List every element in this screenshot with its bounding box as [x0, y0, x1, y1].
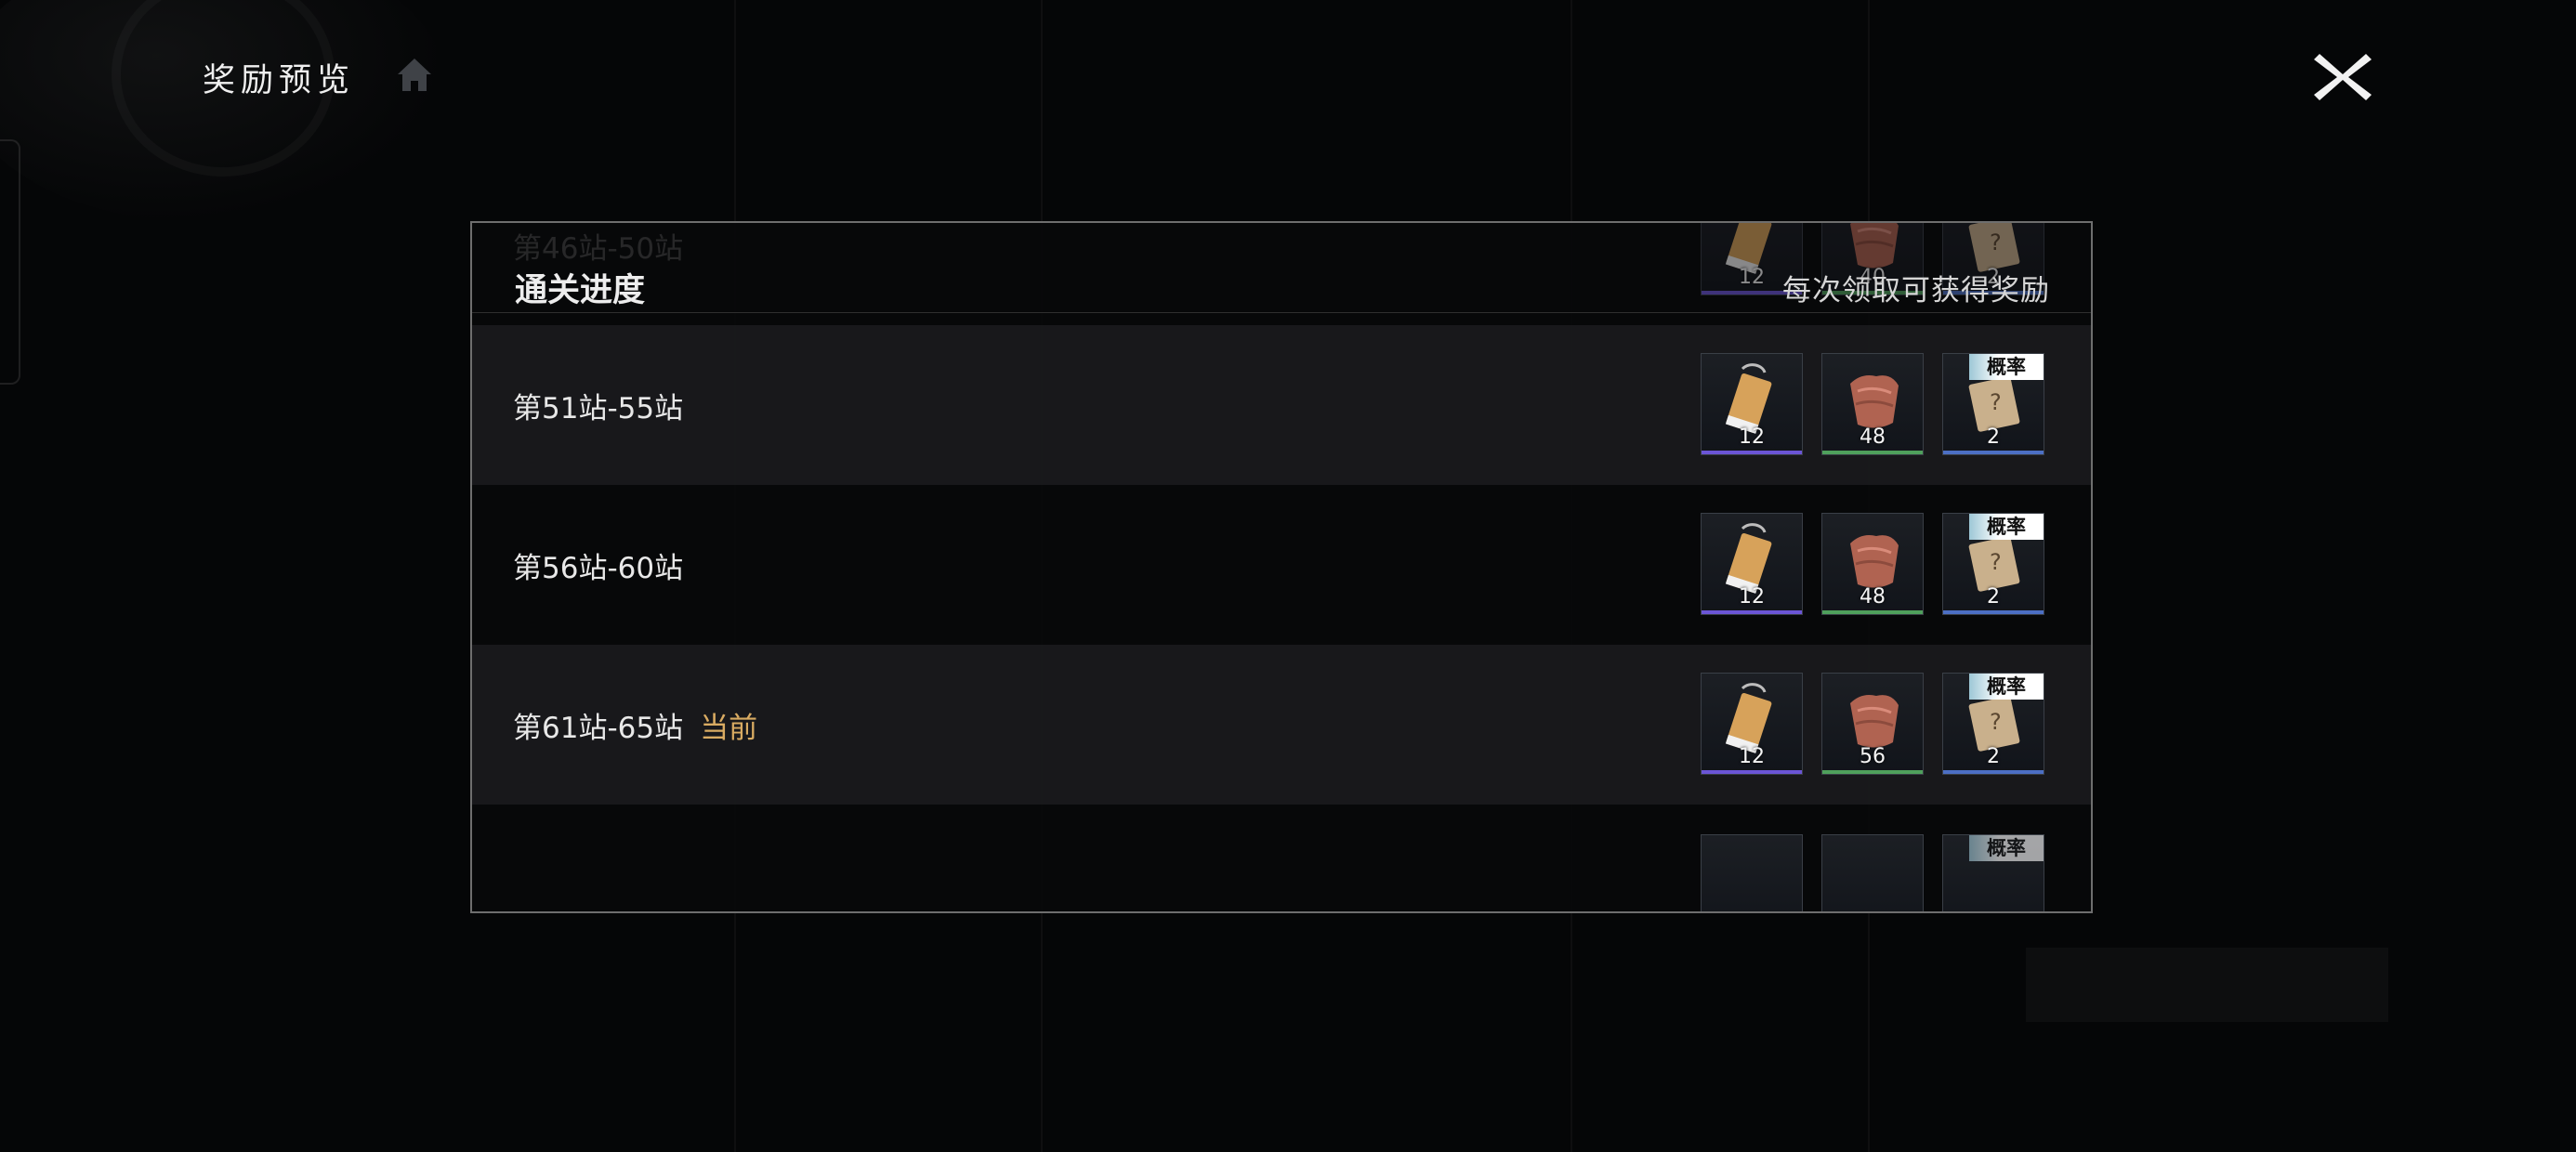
stage-range-label: 第56站-60站 [513, 544, 683, 586]
reward-item[interactable]: 48 [1821, 513, 1924, 615]
stage-range-label: 第61站-65站 当前 [513, 704, 757, 746]
page-title: 奖励预览 [203, 62, 356, 99]
item-count: 12 [1739, 585, 1765, 609]
item-count: 48 [1860, 585, 1886, 609]
dialog-subtitle: 每次领取可获得奖励 [1782, 274, 2050, 308]
reward-item[interactable] [1701, 834, 1803, 911]
svg-text:?: ? [1990, 549, 2002, 575]
reward-item[interactable]: 48 [1821, 353, 1924, 455]
reward-item[interactable]: 12 [1701, 673, 1803, 775]
reward-list[interactable]: 第46站-50站 12 40 ? 2 第51站-55站 12 48 ? 概率 2… [472, 223, 2091, 911]
probability-badge: 概率 [1969, 514, 2044, 540]
reward-preview-dialog: 第46站-50站 12 40 ? 2 第51站-55站 12 48 ? 概率 2… [470, 221, 2093, 913]
reward-item[interactable]: 12 [1701, 513, 1803, 615]
probability-badge: 概率 [1969, 674, 2044, 700]
reward-item[interactable]: 12 [1701, 353, 1803, 455]
dialog-title: 通关进度 [515, 272, 646, 309]
home-icon[interactable] [394, 54, 435, 95]
reward-row: 第56站-60站 12 48 ? 概率 2 [472, 485, 2091, 645]
rarity-bar [1702, 610, 1802, 614]
reward-item[interactable]: ? 概率 2 [1942, 513, 2044, 615]
background-side-tab [0, 139, 20, 385]
rarity-bar [1702, 451, 1802, 454]
item-count: 48 [1860, 425, 1886, 449]
reward-item[interactable]: ? 概率 2 [1942, 353, 2044, 455]
reward-item[interactable]: ? 概率 2 [1942, 673, 2044, 775]
item-count: 12 [1739, 745, 1765, 768]
probability-badge: 概率 [1969, 835, 2044, 861]
reward-item[interactable]: 56 [1821, 673, 1924, 775]
reward-item[interactable] [1821, 834, 1924, 911]
item-count: 2 [1987, 585, 2000, 609]
reward-row-current: 第61站-65站 当前 12 56 ? 概率 2 [472, 645, 2091, 805]
item-count: 56 [1860, 745, 1886, 768]
rarity-bar [1822, 610, 1923, 614]
svg-text:?: ? [1990, 709, 2002, 735]
close-icon [2314, 54, 2372, 100]
background-panel [2026, 948, 2388, 1022]
rarity-bar [1822, 451, 1923, 454]
reward-row: 第51站-55站 12 48 ? 概率 2 [472, 325, 2091, 485]
item-count: 2 [1987, 745, 2000, 768]
background-ornament [0, 0, 446, 223]
stage-range-text: 第61站-65站 [513, 712, 684, 745]
rarity-bar [1943, 610, 2044, 614]
rarity-bar [1702, 770, 1802, 774]
svg-text:?: ? [1990, 389, 2002, 415]
item-count: 2 [1987, 425, 2000, 449]
reward-item[interactable]: 概率 [1942, 834, 2044, 911]
rarity-bar [1943, 451, 2044, 454]
item-count: 12 [1739, 425, 1765, 449]
rarity-bar [1943, 770, 2044, 774]
rarity-bar [1822, 770, 1923, 774]
dialog-header: 通关进度 每次领取可获得奖励 [472, 223, 2091, 313]
stage-range-text: 第56站-60站 [513, 552, 684, 585]
stage-range-label: 第51站-55站 [513, 385, 683, 426]
reward-row: 概率 [472, 805, 2091, 911]
probability-badge: 概率 [1969, 354, 2044, 380]
close-button[interactable] [2310, 48, 2375, 106]
stage-range-text: 第51站-55站 [513, 392, 684, 425]
current-tag: 当前 [700, 712, 758, 745]
